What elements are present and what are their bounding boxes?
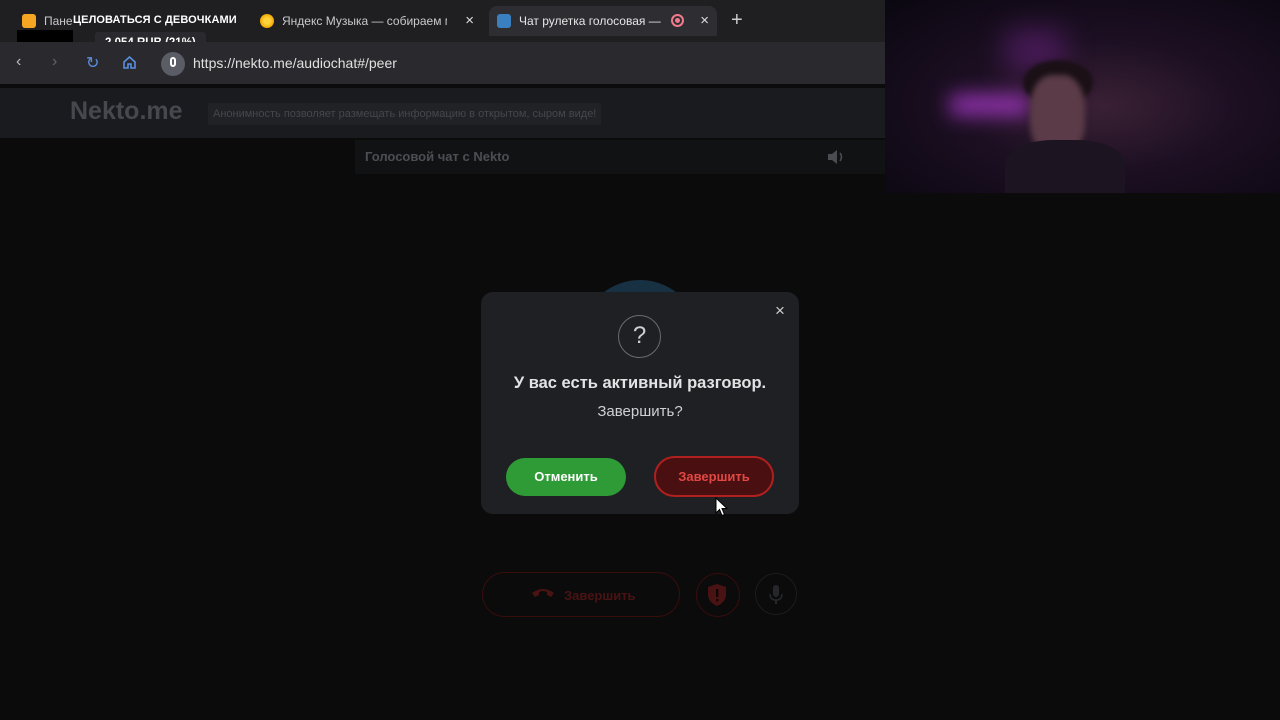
forward-icon[interactable]: ›: [52, 53, 57, 71]
tab-title: Пане: [44, 14, 73, 28]
reload-icon[interactable]: ↻: [86, 53, 99, 73]
question-icon: ?: [618, 315, 661, 358]
dialog-subtitle: Завершить?: [597, 403, 683, 420]
hangup-phone-icon: [532, 589, 554, 597]
microphone-icon: [769, 585, 783, 604]
stream-overlay-title: ЦЕЛОВАТЬСЯ С ДЕВОЧКАМИ: [73, 14, 237, 26]
close-icon[interactable]: ×: [771, 302, 789, 320]
back-icon[interactable]: ‹: [16, 53, 21, 71]
mouse-cursor-icon: [715, 497, 729, 517]
site-tagline: Анонимность позволяет размещать информац…: [208, 103, 602, 125]
close-tab-icon[interactable]: ×: [700, 12, 709, 29]
microphone-tab-icon: [497, 14, 511, 28]
tab-title: Чат рулетка голосовая —: [519, 14, 661, 28]
site-microphone-icon[interactable]: [161, 52, 185, 76]
screen: Пане Яндекс Музыка — собираем м × Чат ру…: [0, 0, 1280, 720]
recording-icon: [671, 14, 684, 27]
close-tab-icon[interactable]: ×: [465, 12, 474, 29]
chat-title: Голосовой чат с Nekto: [365, 149, 510, 164]
cancel-button[interactable]: Отменить: [506, 458, 626, 496]
tab-yandex-music[interactable]: Яндекс Музыка — собираем м ×: [252, 6, 482, 36]
donation-alerts-icon: [22, 14, 36, 28]
tab-voice-chat[interactable]: Чат рулетка голосовая — ×: [489, 6, 717, 36]
dialog-title: У вас есть активный разговор.: [513, 374, 767, 392]
webcam-overlay: [885, 0, 1280, 193]
end-call-label: Завершить: [564, 588, 636, 603]
shield-icon: [708, 584, 726, 606]
new-tab-button[interactable]: +: [731, 9, 743, 32]
site-logo[interactable]: Nekto.me: [70, 97, 183, 126]
url-field[interactable]: https://nekto.me/audiochat#/peer: [193, 55, 397, 71]
speaker-icon[interactable]: [826, 148, 846, 166]
tab-title: Яндекс Музыка — собираем м: [282, 14, 447, 28]
yandex-music-icon: [260, 14, 274, 28]
home-icon[interactable]: [122, 55, 137, 70]
confirm-end-button[interactable]: Завершить: [654, 456, 774, 497]
